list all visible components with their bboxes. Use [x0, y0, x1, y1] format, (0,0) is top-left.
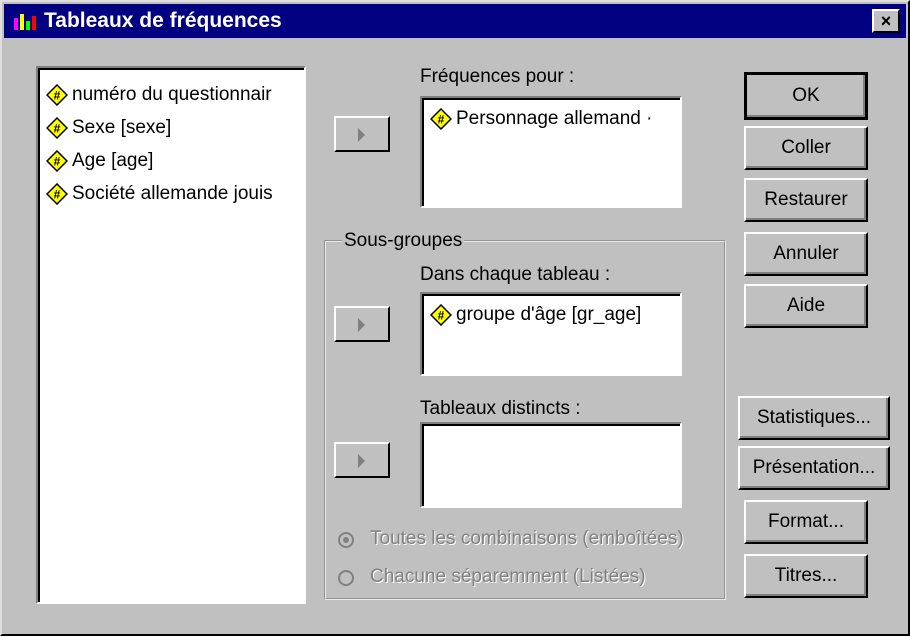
- dans-chaque-tableau-list[interactable]: # groupe d'âge [gr_age]: [420, 292, 682, 376]
- annuler-button-label: Annuler: [773, 243, 839, 264]
- window-title: Tableaux de fréquences: [44, 9, 282, 32]
- format-button-label: Format...: [767, 511, 844, 532]
- list-item[interactable]: # Personnage allemand ·: [430, 104, 652, 134]
- spss-app-icon: [12, 12, 38, 32]
- format-button[interactable]: Format...: [744, 500, 868, 544]
- restaurer-button[interactable]: Restaurer: [744, 178, 868, 222]
- list-item[interactable]: # groupe d'âge [gr_age]: [430, 300, 641, 330]
- svg-text:#: #: [54, 154, 61, 168]
- list-item-label: Société allemande jouis: [72, 183, 273, 204]
- close-button[interactable]: ×: [872, 9, 900, 33]
- toutes-radio[interactable]: [338, 532, 354, 548]
- titres-button[interactable]: Titres...: [744, 554, 868, 598]
- svg-text:#: #: [54, 187, 61, 201]
- svg-text:#: #: [54, 121, 61, 135]
- numeric-variable-icon: #: [46, 116, 68, 139]
- close-icon: ×: [880, 11, 892, 31]
- move-to-tableaux-distincts-button[interactable]: [334, 442, 390, 478]
- svg-text:#: #: [438, 112, 445, 126]
- list-item-label: Age [age]: [72, 150, 154, 171]
- coller-button[interactable]: Coller: [744, 126, 868, 170]
- annuler-button[interactable]: Annuler: [744, 232, 868, 276]
- presentation-button[interactable]: Présentation...: [738, 446, 890, 490]
- tableaux-distincts-label: Tableaux distincts :: [420, 398, 581, 419]
- move-to-frequences-button[interactable]: [334, 116, 390, 152]
- chacune-radio[interactable]: [338, 570, 354, 586]
- numeric-variable-icon: #: [430, 303, 452, 326]
- chacune-label: Chacune séparemment (Listées): [370, 566, 646, 587]
- list-item[interactable]: # numéro du questionnair: [46, 80, 272, 110]
- list-item-label: Personnage allemand ·: [456, 108, 653, 129]
- numeric-variable-icon: #: [46, 149, 68, 172]
- title-bar[interactable]: Tableaux de fréquences ×: [4, 4, 906, 38]
- tableaux-distincts-list[interactable]: [420, 422, 682, 508]
- list-item[interactable]: # Société allemande jouis: [46, 179, 273, 209]
- svg-text:#: #: [438, 308, 445, 322]
- list-item-label: groupe d'âge [gr_age]: [456, 304, 642, 325]
- statistiques-button-label: Statistiques...: [756, 407, 872, 428]
- list-item[interactable]: # Age [age]: [46, 146, 153, 176]
- titres-button-label: Titres...: [774, 565, 838, 586]
- coller-button-label: Coller: [781, 137, 831, 158]
- presentation-button-label: Présentation...: [752, 457, 876, 478]
- svg-text:#: #: [54, 88, 61, 102]
- sous-groupes-label: Sous-groupes: [342, 230, 465, 252]
- numeric-variable-icon: #: [430, 107, 452, 130]
- toutes-label: Toutes les combinaisons (emboîtées): [370, 528, 684, 549]
- aide-button[interactable]: Aide: [744, 284, 868, 328]
- ok-button[interactable]: OK: [744, 72, 868, 120]
- statistiques-button[interactable]: Statistiques...: [738, 396, 890, 440]
- numeric-variable-icon: #: [46, 182, 68, 205]
- aide-button-label: Aide: [786, 295, 826, 316]
- list-item-label: numéro du questionnair: [72, 84, 272, 105]
- numeric-variable-icon: #: [46, 83, 68, 106]
- ok-button-label: OK: [792, 85, 820, 106]
- source-variable-list[interactable]: # numéro du questionnair # Sexe [sexe] #…: [36, 66, 306, 604]
- move-to-dans-chaque-tableau-button[interactable]: [334, 306, 390, 342]
- restaurer-button-label: Restaurer: [764, 189, 848, 210]
- frequences-list[interactable]: # Personnage allemand ·: [420, 96, 682, 208]
- dans-chaque-tableau-label: Dans chaque tableau :: [420, 264, 611, 285]
- dialog-window: Tableaux de fréquences × # numéro du que…: [0, 0, 910, 636]
- list-item-label: Sexe [sexe]: [72, 117, 172, 138]
- frequences-label: Fréquences pour :: [420, 66, 575, 87]
- list-item[interactable]: # Sexe [sexe]: [46, 113, 171, 143]
